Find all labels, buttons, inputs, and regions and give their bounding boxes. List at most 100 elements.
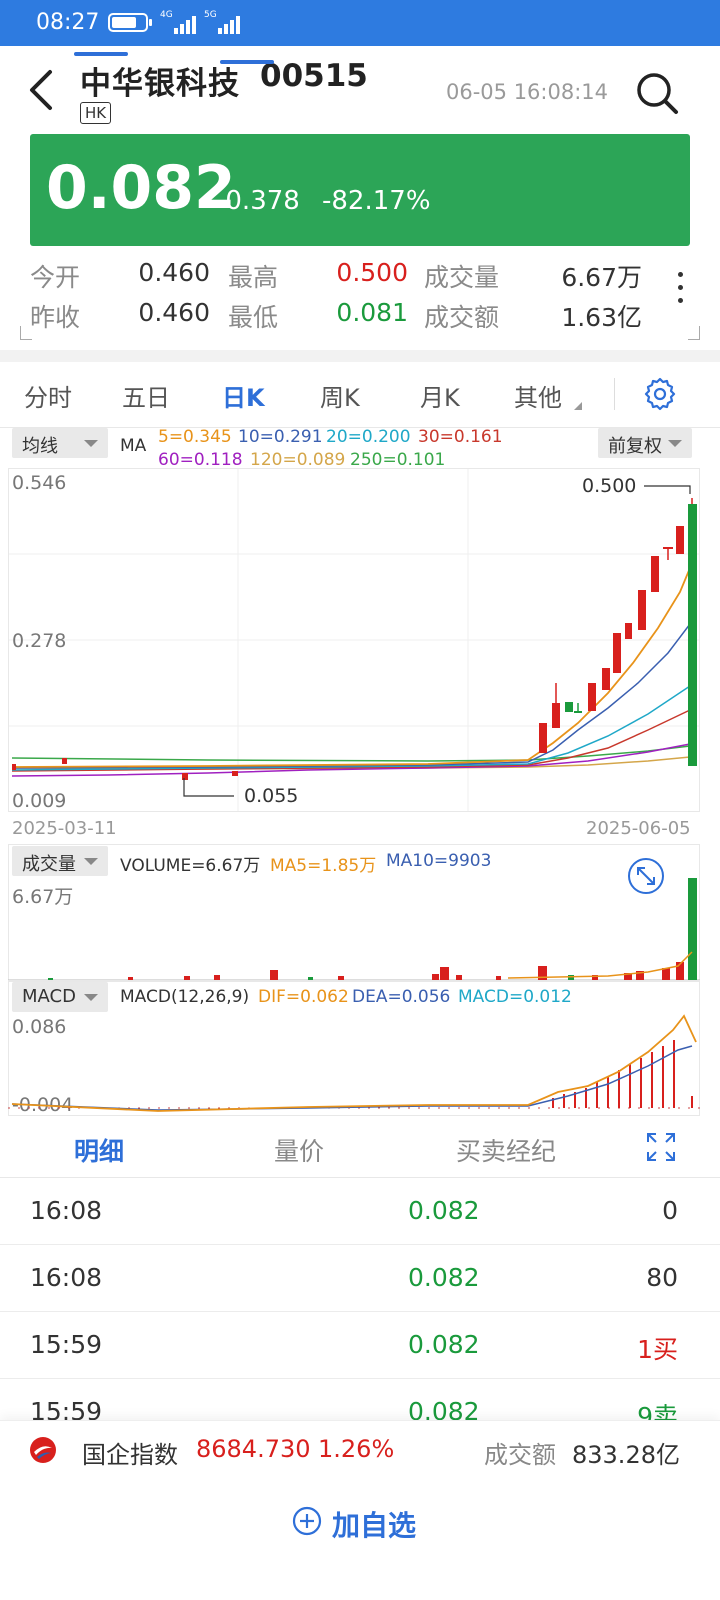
- stat-value-turnover: 1.63亿: [561, 303, 642, 332]
- indicator-dropdown[interactable]: 均线: [12, 428, 108, 458]
- section-divider: [0, 350, 720, 362]
- tab-intraday[interactable]: 分时: [24, 378, 72, 413]
- ma-legend-label: MA: [120, 436, 147, 456]
- index-turnover-label: 成交额: [484, 1441, 556, 1469]
- battery-icon: [108, 13, 152, 32]
- active-tab-indicator: [220, 60, 274, 64]
- macd-dif-line: [11, 1014, 697, 1112]
- adjust-dropdown[interactable]: 前复权: [598, 428, 692, 458]
- tab-brokers[interactable]: 买卖经纪: [456, 1132, 556, 1168]
- price-banner: 0.082 -0.378 -82.17%: [30, 134, 690, 246]
- volume-bars: [48, 878, 697, 980]
- index-name: 国企指数: [82, 1441, 178, 1469]
- date-start-label: 2025-03-11: [12, 818, 117, 839]
- date-end-label: 2025-06-05: [586, 818, 691, 839]
- active-subtab-indicator: [74, 52, 128, 56]
- kline-chart[interactable]: [8, 468, 700, 812]
- index-logo-icon: [30, 1437, 56, 1463]
- tab-other[interactable]: 其他: [514, 378, 562, 413]
- trade-price: 0.082: [408, 1330, 480, 1359]
- ma250-value: 250=0.101: [350, 450, 446, 470]
- ma30-value: 30=0.161: [418, 427, 503, 447]
- quote-stats: 今开 0.460 最高 0.500 成交量 6.67万 昨收 0.460 最低 …: [30, 258, 680, 348]
- ma5-line: [11, 564, 697, 768]
- expand-icon[interactable]: [646, 1132, 676, 1162]
- stat-value-low: 0.081: [336, 298, 408, 327]
- trade-row: 16:08 0.082 0: [0, 1178, 720, 1245]
- trade-row: 15:59 0.082 1买: [0, 1312, 720, 1379]
- price-change-percent: -82.17%: [322, 186, 431, 216]
- trade-time: 15:59: [30, 1330, 103, 1359]
- other-dropdown-icon: [574, 402, 582, 410]
- stat-value-prev-close: 0.460: [138, 298, 210, 327]
- tab-monthly-k[interactable]: 月K: [420, 378, 460, 413]
- last-price: 0.082: [46, 153, 236, 223]
- signal-4g-icon: 4G: [160, 10, 200, 36]
- trade-volume: 80: [646, 1263, 678, 1292]
- macd-chart: [8, 980, 700, 1116]
- candlesticks: [12, 498, 697, 780]
- index-turnover-value: 833.28亿: [572, 1441, 680, 1469]
- search-icon[interactable]: [634, 70, 680, 116]
- stat-value-volume: 6.67万: [561, 263, 642, 292]
- max-price-marker: 0.500: [582, 475, 637, 497]
- ma10-value: 10=0.291: [238, 427, 323, 447]
- tab-details[interactable]: 明细: [74, 1132, 124, 1168]
- trade-price: 0.082: [408, 1263, 480, 1292]
- back-arrow-icon[interactable]: [24, 68, 60, 112]
- stat-label-prev-close: 昨收: [30, 303, 81, 332]
- stat-label-high: 最高: [228, 263, 279, 292]
- index-ticker-bar[interactable]: 国企指数 8684.730 1.26% 成交额 833.28亿: [0, 1420, 720, 1478]
- ma5-value: 5=0.345: [158, 427, 232, 447]
- tab-volume-price[interactable]: 量价: [274, 1132, 324, 1168]
- kline-y-top-label: 0.546: [12, 472, 67, 494]
- volume-chart: [8, 844, 700, 982]
- stat-value-open: 0.460: [138, 258, 210, 287]
- index-value: 8684.730: [196, 1435, 311, 1463]
- stock-code: 00515: [260, 58, 368, 94]
- index-change-percent: 1.26%: [318, 1435, 395, 1463]
- period-tabs: 分时 五日 日K 周K 月K 其他: [0, 362, 720, 428]
- stat-label-open: 今开: [30, 263, 81, 292]
- status-time: 08:27: [36, 10, 100, 35]
- kline-y-bottom-label: 0.009: [12, 790, 67, 812]
- bottom-action-bar: 加自选: [0, 1478, 720, 1600]
- ma120-value: 120=0.089: [250, 450, 346, 470]
- stat-label-low: 最低: [228, 303, 279, 332]
- ma20-value: 20=0.200: [326, 427, 411, 447]
- max-marker-line: [644, 485, 691, 494]
- stat-label-turnover: 成交额: [424, 303, 500, 332]
- stock-name: 中华银科技: [80, 66, 240, 102]
- min-marker-line: [183, 778, 234, 797]
- macd-histogram: [552, 1040, 693, 1108]
- tab-five-day[interactable]: 五日: [122, 378, 170, 413]
- stat-value-high: 0.500: [336, 258, 408, 287]
- price-change: -0.378: [216, 186, 300, 216]
- trade-time: 16:08: [30, 1196, 103, 1225]
- tab-daily-k[interactable]: 日K: [222, 378, 265, 413]
- tab-separator: [614, 378, 615, 410]
- expand-corner-right: [688, 326, 700, 340]
- tab-weekly-k[interactable]: 周K: [320, 378, 360, 413]
- min-price-marker: 0.055: [244, 785, 299, 807]
- trade-price: 0.082: [408, 1196, 480, 1225]
- market-badge: HK: [80, 102, 112, 124]
- status-bar: 08:27 4G 5G: [0, 0, 720, 46]
- trade-time: 16:08: [30, 1263, 103, 1292]
- trade-row: 16:08 0.082 80: [0, 1245, 720, 1312]
- trade-volume: 1买: [637, 1335, 678, 1364]
- detail-tabs: 明细 量价 买卖经纪: [0, 1120, 720, 1178]
- plus-circle-icon: [292, 1506, 322, 1536]
- ma30-line: [11, 709, 691, 772]
- add-to-watchlist-label: 加自选: [332, 1509, 417, 1542]
- signal-5g-icon: 5G: [204, 10, 244, 36]
- kline-y-mid-label: 0.278: [12, 630, 67, 652]
- macd-dea-line: [11, 1045, 693, 1111]
- expand-corner-left: [20, 326, 32, 340]
- more-vertical-icon[interactable]: [672, 272, 688, 316]
- stat-label-volume: 成交量: [424, 263, 500, 292]
- trade-volume: 0: [662, 1196, 678, 1225]
- quote-datetime: 06-05 16:08:14: [446, 80, 609, 104]
- ma60-value: 60=0.118: [158, 450, 243, 470]
- gear-icon[interactable]: [642, 376, 678, 412]
